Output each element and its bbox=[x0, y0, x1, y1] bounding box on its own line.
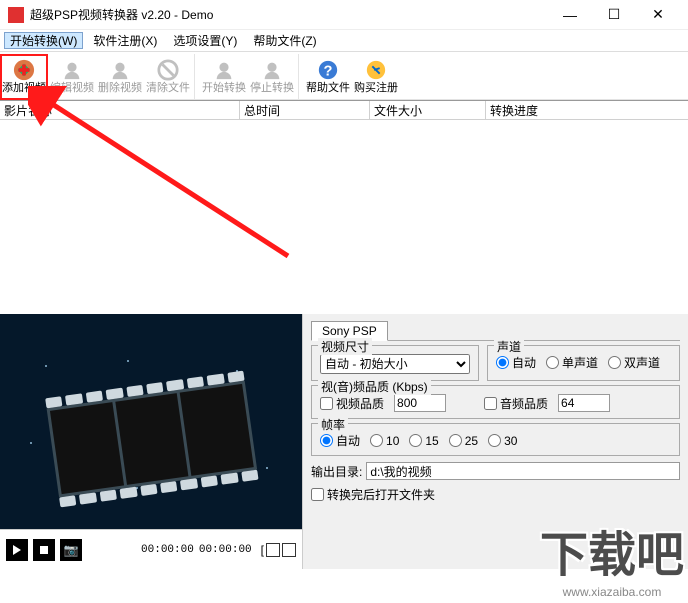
check-audio-quality[interactable]: 音频品质 bbox=[484, 395, 548, 412]
column-name[interactable]: 影片名称 bbox=[0, 101, 240, 119]
minimize-button[interactable]: — bbox=[548, 1, 592, 29]
menu-bar: 开始转换(W) 软件注册(X) 选项设置(Y) 帮助文件(Z) bbox=[0, 30, 688, 52]
output-row: 输出目录: bbox=[311, 460, 680, 480]
window-titlebar: 超级PSP视频转换器 v2.20 - Demo — ☐ ✕ bbox=[0, 0, 688, 30]
toolbar-add-video-label: 添加视频 bbox=[2, 82, 46, 94]
column-progress[interactable]: 转换进度 bbox=[486, 101, 688, 119]
video-quality-input[interactable] bbox=[394, 394, 446, 412]
lower-panel: 📷 00:00:00 00:00:00 [ Sony PSP 视频尺寸 自动 -… bbox=[0, 314, 688, 569]
clear-files-icon bbox=[157, 59, 179, 81]
toolbar-buy-register[interactable]: 购买注册 bbox=[352, 54, 400, 100]
toolbar-separator bbox=[298, 54, 302, 100]
video-size-select[interactable]: 自动 - 初始大小 bbox=[320, 354, 470, 374]
preview-pane: 📷 00:00:00 00:00:00 [ bbox=[0, 314, 302, 569]
svg-text:?: ? bbox=[324, 64, 333, 80]
toolbar-edit-video-label: 编辑视频 bbox=[50, 82, 94, 94]
radio-channel-stereo[interactable]: 双声道 bbox=[608, 354, 660, 371]
check-open-folder-after[interactable]: 转换完后打开文件夹 bbox=[311, 486, 435, 503]
bracket-open: [ bbox=[261, 543, 264, 557]
toolbar-delete-video[interactable]: 删除视频 bbox=[96, 54, 144, 100]
toolbar-stop-convert-label: 停止转换 bbox=[250, 82, 294, 94]
toolbar-delete-video-label: 删除视频 bbox=[98, 82, 142, 94]
group-video-size: 视频尺寸 自动 - 初始大小 bbox=[311, 345, 479, 381]
stop-convert-icon bbox=[261, 59, 283, 81]
snapshot-button[interactable]: 📷 bbox=[60, 539, 82, 561]
radio-fps-30[interactable]: 30 bbox=[488, 434, 517, 448]
column-duration[interactable]: 总时间 bbox=[240, 101, 370, 119]
watermark-url: www.xiazaiba.com bbox=[540, 585, 684, 599]
group-video-size-title: 视频尺寸 bbox=[318, 338, 372, 355]
check-video-quality[interactable]: 视频品质 bbox=[320, 395, 384, 412]
toolbar-help-label: 帮助文件 bbox=[306, 82, 350, 94]
help-icon: ? bbox=[317, 59, 339, 81]
toolbar-start-convert-label: 开始转换 bbox=[202, 82, 246, 94]
file-list-header: 影片名称 总时间 文件大小 转换进度 bbox=[0, 100, 688, 120]
settings-pane: Sony PSP 视频尺寸 自动 - 初始大小 声道 自动 单声道 双声道 视(… bbox=[302, 314, 688, 569]
mark-bracket: [ bbox=[261, 543, 296, 557]
edit-video-icon bbox=[61, 59, 83, 81]
time-current: 00:00:00 bbox=[141, 544, 194, 556]
toolbar-clear-files[interactable]: 清除文件 bbox=[144, 54, 192, 100]
toolbar-add-video[interactable]: 添加视频 bbox=[0, 54, 48, 100]
toolbar: 添加视频 编辑视频 删除视频 清除文件 开始转换 停止转换 ? 帮 bbox=[0, 52, 688, 100]
menu-register[interactable]: 软件注册(X) bbox=[87, 32, 163, 49]
play-button[interactable] bbox=[6, 539, 28, 561]
toolbar-stop-convert[interactable]: 停止转换 bbox=[248, 54, 296, 100]
add-video-icon bbox=[13, 59, 35, 81]
radio-channel-auto[interactable]: 自动 bbox=[496, 354, 536, 371]
output-label: 输出目录: bbox=[311, 463, 362, 480]
toolbar-edit-video[interactable]: 编辑视频 bbox=[48, 54, 96, 100]
window-title: 超级PSP视频转换器 v2.20 - Demo bbox=[30, 6, 548, 23]
toolbar-buy-register-label: 购买注册 bbox=[354, 82, 398, 94]
radio-channel-mono[interactable]: 单声道 bbox=[546, 354, 598, 371]
delete-video-icon bbox=[109, 59, 131, 81]
group-fps-title: 帧率 bbox=[318, 416, 348, 433]
player-controls: 📷 00:00:00 00:00:00 [ bbox=[0, 529, 302, 569]
menu-help[interactable]: 帮助文件(Z) bbox=[247, 32, 322, 49]
time-total: 00:00:00 bbox=[199, 544, 252, 556]
radio-fps-auto[interactable]: 自动 bbox=[320, 432, 360, 449]
group-fps: 帧率 自动 10 15 25 30 bbox=[311, 423, 680, 456]
maximize-button[interactable]: ☐ bbox=[592, 1, 636, 29]
group-channels-title: 声道 bbox=[494, 338, 524, 355]
buy-register-icon bbox=[365, 59, 387, 81]
output-path-input[interactable] bbox=[366, 462, 680, 480]
app-icon bbox=[8, 7, 24, 23]
mark-in-button[interactable] bbox=[266, 543, 280, 557]
toolbar-clear-files-label: 清除文件 bbox=[146, 82, 190, 94]
menu-options[interactable]: 选项设置(Y) bbox=[167, 32, 243, 49]
toolbar-help[interactable]: ? 帮助文件 bbox=[304, 54, 352, 100]
file-list-body[interactable] bbox=[0, 120, 688, 314]
audio-quality-input[interactable] bbox=[558, 394, 610, 412]
column-filesize[interactable]: 文件大小 bbox=[370, 101, 486, 119]
group-bitrate-title: 视(音)频品质 (Kbps) bbox=[318, 378, 431, 395]
stop-button[interactable] bbox=[33, 539, 55, 561]
radio-fps-10[interactable]: 10 bbox=[370, 434, 399, 448]
close-button[interactable]: ✕ bbox=[636, 1, 680, 29]
toolbar-start-convert[interactable]: 开始转换 bbox=[200, 54, 248, 100]
radio-fps-15[interactable]: 15 bbox=[409, 434, 438, 448]
menu-start-convert[interactable]: 开始转换(W) bbox=[4, 32, 83, 49]
group-channels: 声道 自动 单声道 双声道 bbox=[487, 345, 680, 381]
group-bitrate: 视(音)频品质 (Kbps) 视频品质 音频品质 bbox=[311, 385, 680, 419]
start-convert-icon bbox=[213, 59, 235, 81]
toolbar-separator bbox=[194, 54, 198, 100]
mark-out-button[interactable] bbox=[282, 543, 296, 557]
radio-fps-25[interactable]: 25 bbox=[449, 434, 478, 448]
